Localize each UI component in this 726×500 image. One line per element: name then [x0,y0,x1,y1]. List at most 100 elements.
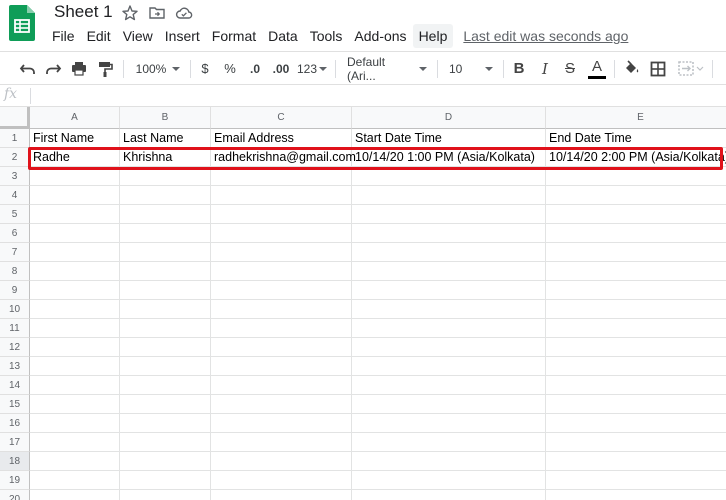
cell-a9[interactable] [30,281,120,300]
cell-d2[interactable]: 10/14/20 1:00 PM (Asia/Kolkata) [352,148,546,167]
star-icon[interactable] [121,4,139,22]
cell-c9[interactable] [211,281,352,300]
cell-b10[interactable] [120,300,211,319]
cell-c2[interactable]: radhekrishna@gmail.com [211,148,356,167]
column-header-d[interactable]: D [352,107,546,129]
cell-e12[interactable] [546,338,726,357]
cell-b12[interactable] [120,338,211,357]
cell-d20[interactable] [352,490,546,500]
cell-c19[interactable] [211,471,352,490]
cell-c14[interactable] [211,376,352,395]
cell-e20[interactable] [546,490,726,500]
cell-c8[interactable] [211,262,352,281]
cell-c10[interactable] [211,300,352,319]
menu-tools[interactable]: Tools [304,24,349,48]
cell-b2[interactable]: Khrishna [120,148,211,167]
row-header-19[interactable]: 19 [0,471,30,490]
cell-a17[interactable] [30,433,120,452]
cell-b4[interactable] [120,186,211,205]
decrease-decimal-button[interactable]: .0 [244,52,266,85]
menu-file[interactable]: File [46,24,81,48]
cell-d16[interactable] [352,414,546,433]
cell-b8[interactable] [120,262,211,281]
row-header-7[interactable]: 7 [0,243,30,262]
cell-e13[interactable] [546,357,726,376]
menu-view[interactable]: View [117,24,159,48]
currency-format-button[interactable]: $ [196,52,214,85]
cell-a16[interactable] [30,414,120,433]
cell-e8[interactable] [546,262,726,281]
row-header-18[interactable]: 18 [0,452,30,471]
cell-b19[interactable] [120,471,211,490]
cell-d9[interactable] [352,281,546,300]
cell-c5[interactable] [211,205,352,224]
cell-d14[interactable] [352,376,546,395]
undo-icon[interactable] [18,52,38,85]
cell-e15[interactable] [546,395,726,414]
cell-a4[interactable] [30,186,120,205]
cell-e4[interactable] [546,186,726,205]
cell-c1[interactable]: Email Address [211,129,352,148]
cell-a8[interactable] [30,262,120,281]
cell-a11[interactable] [30,319,120,338]
cloud-saved-icon[interactable] [175,4,193,22]
cell-d18[interactable] [352,452,546,471]
column-header-c[interactable]: C [211,107,352,129]
cell-d15[interactable] [352,395,546,414]
cell-a15[interactable] [30,395,120,414]
cell-d17[interactable] [352,433,546,452]
cell-d8[interactable] [352,262,546,281]
cell-d7[interactable] [352,243,546,262]
more-formats-button[interactable]: 123 [296,52,328,85]
italic-button[interactable]: I [535,52,555,85]
cell-e1[interactable]: End Date Time [546,129,726,148]
cell-c3[interactable] [211,167,352,186]
zoom-select[interactable]: 100% [131,52,185,85]
cell-e7[interactable] [546,243,726,262]
menu-insert[interactable]: Insert [159,24,206,48]
cell-e9[interactable] [546,281,726,300]
sheets-logo-icon[interactable] [9,5,35,41]
cell-c18[interactable] [211,452,352,471]
percent-format-button[interactable]: % [221,52,239,85]
cell-d12[interactable] [352,338,546,357]
cell-e14[interactable] [546,376,726,395]
move-folder-icon[interactable] [148,4,166,22]
font-family-select[interactable]: Default (Ari... [343,52,431,85]
cell-d6[interactable] [352,224,546,243]
row-header-12[interactable]: 12 [0,338,30,357]
cell-e5[interactable] [546,205,726,224]
strikethrough-button[interactable]: S [560,52,580,85]
cell-e17[interactable] [546,433,726,452]
cell-d1[interactable]: Start Date Time [352,129,546,148]
cell-b13[interactable] [120,357,211,376]
redo-icon[interactable] [43,52,63,85]
column-header-e[interactable]: E [546,107,726,129]
fill-color-icon[interactable] [620,52,642,85]
cell-b3[interactable] [120,167,211,186]
last-edit-link[interactable]: Last edit was seconds ago [463,28,628,44]
row-header-10[interactable]: 10 [0,300,30,319]
cell-b9[interactable] [120,281,211,300]
cell-d11[interactable] [352,319,546,338]
menu-edit[interactable]: Edit [81,24,117,48]
menu-data[interactable]: Data [262,24,304,48]
row-header-20[interactable]: 20 [0,490,30,500]
menu-help[interactable]: Help [412,24,454,48]
menu-add-ons[interactable]: Add-ons [348,24,412,48]
column-header-b[interactable]: B [120,107,211,129]
cell-d10[interactable] [352,300,546,319]
cell-c6[interactable] [211,224,352,243]
row-header-9[interactable]: 9 [0,281,30,300]
text-color-button[interactable]: A [586,52,608,85]
formula-input[interactable] [34,85,724,106]
cell-e19[interactable] [546,471,726,490]
cell-e6[interactable] [546,224,726,243]
cell-a12[interactable] [30,338,120,357]
cell-c15[interactable] [211,395,352,414]
cell-c17[interactable] [211,433,352,452]
cell-b7[interactable] [120,243,211,262]
bold-button[interactable]: B [509,52,529,85]
cell-e3[interactable] [546,167,726,186]
row-header-14[interactable]: 14 [0,376,30,395]
